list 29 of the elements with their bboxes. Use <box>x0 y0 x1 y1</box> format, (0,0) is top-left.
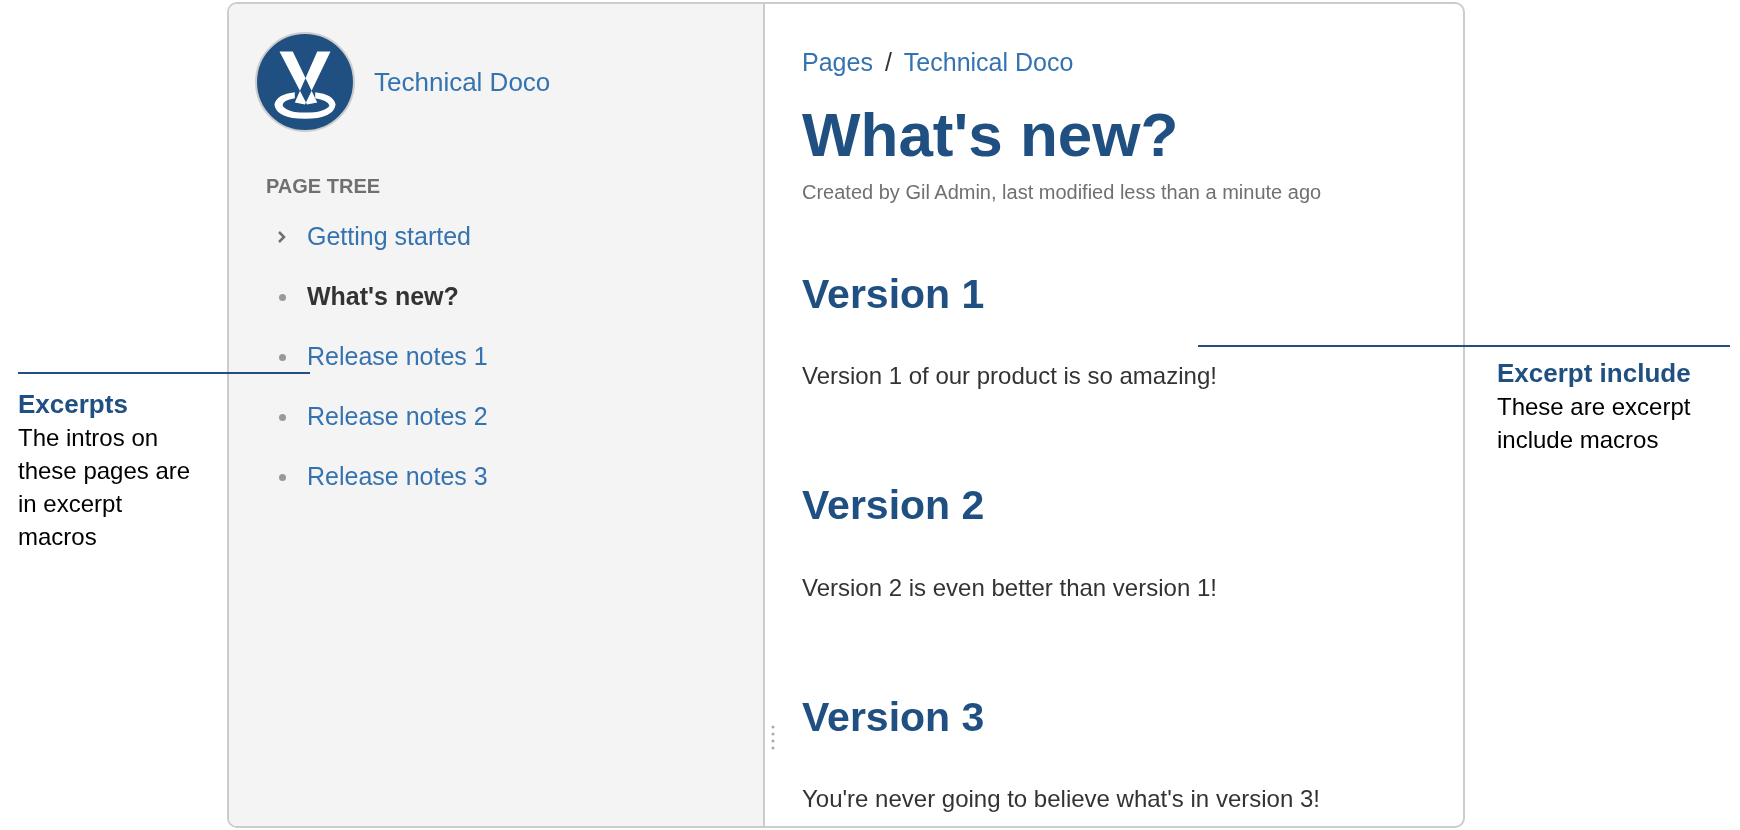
page-tree-item[interactable]: Release notes 2 <box>307 398 488 436</box>
bullet-icon <box>279 473 286 481</box>
page-tree-item[interactable]: What's new? <box>307 278 459 316</box>
annotation-title: Excerpt include <box>1497 357 1692 390</box>
bullet-icon <box>279 413 286 421</box>
space-name-link[interactable]: Technical Doco <box>374 62 551 102</box>
space-logo-icon <box>254 31 356 133</box>
page-tree-heading: PAGE TREE <box>266 174 382 199</box>
breadcrumb-link[interactable]: Technical Doco <box>903 44 1074 82</box>
bullet-icon <box>279 293 286 301</box>
page-byline: Created by Gil Admin, last modified less than a minute ago <box>802 180 1323 205</box>
page-tree-item[interactable]: Getting started <box>307 218 471 256</box>
section-text: Version 2 is even better than version 1! <box>802 572 1218 603</box>
section-heading: Version 1 <box>802 270 986 319</box>
page-tree-item[interactable]: Release notes 3 <box>307 458 488 496</box>
section-heading: Version 2 <box>802 481 986 531</box>
annotation-text: The intros on these pages are in excerpt macros <box>18 422 192 552</box>
page-title: What's new? <box>802 98 1180 171</box>
annotation-text: These are excerpt include macros <box>1497 391 1692 455</box>
section-heading: Version 3 <box>802 692 986 742</box>
resize-handle-icon[interactable] <box>771 724 775 750</box>
bullet-icon <box>279 353 286 361</box>
page-tree-item[interactable]: Release notes 1 <box>307 338 488 376</box>
annotation-title: Excerpts <box>18 388 129 421</box>
breadcrumb-link[interactable]: Pages <box>802 44 873 82</box>
chevron-right-icon[interactable] <box>277 230 287 244</box>
section-text: Version 1 of our product is so amazing! <box>802 361 1218 392</box>
section-text: You're never going to believe what's in version 3! <box>802 783 1321 814</box>
breadcrumb-separator: / <box>884 47 892 78</box>
